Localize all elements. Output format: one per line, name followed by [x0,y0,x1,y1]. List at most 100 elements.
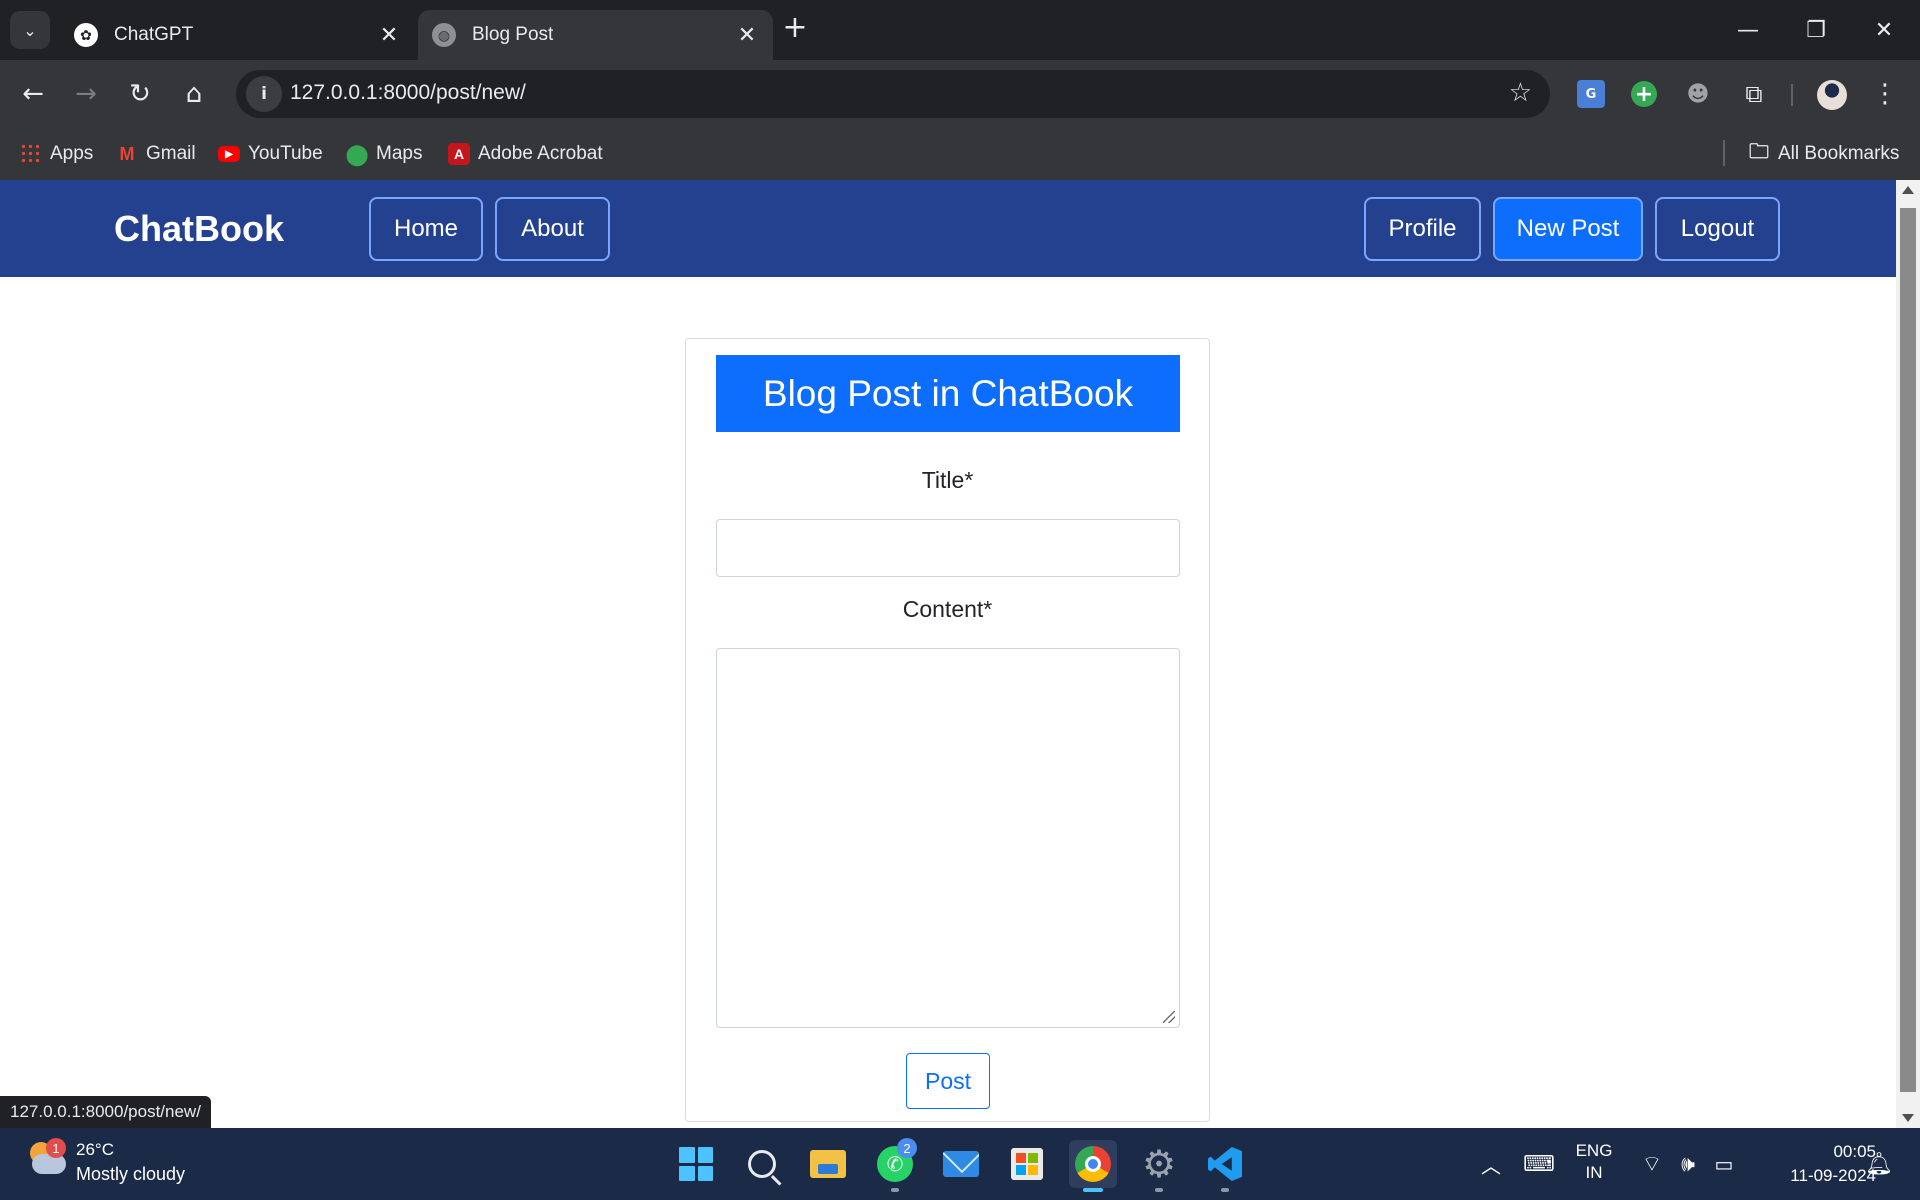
add-extension-icon[interactable]: + [1631,81,1657,107]
nav-profile[interactable]: Profile [1364,197,1481,261]
bookmark-apps[interactable]: Apps [20,138,93,170]
app-navbar: ChatBook Home About Profile New Post Log… [0,180,1896,277]
close-window-icon[interactable]: ✕ [1864,10,1904,50]
taskbar-search-button[interactable] [738,1140,786,1188]
tab-title: ChatGPT [114,24,194,45]
content-textarea[interactable] [716,648,1180,1028]
show-hidden-icons-chevron-icon[interactable]: ︿ [1476,1140,1506,1188]
file-explorer-button[interactable] [804,1140,852,1188]
bookmark-adobe-acrobat[interactable]: A Adobe Acrobat [448,138,603,170]
browser-tab-strip: ⌄ ✿ ChatGPT ✕ ◍ Blog Post ✕ + — ❐ ✕ [0,0,1920,60]
clock-time: 00:05 [1833,1142,1876,1161]
bookmarks-divider [1723,140,1725,166]
chrome-button[interactable] [1069,1140,1117,1188]
whatsapp-badge: 2 [897,1138,917,1158]
notification-bell-icon[interactable]: 🔔︎ [1864,1140,1894,1188]
all-bookmarks-label: All Bookmarks [1778,143,1900,164]
new-tab-button[interactable]: + [780,13,810,44]
tab-chatgpt[interactable]: ✿ ChatGPT ✕ [60,10,415,60]
chevron-down-icon: ⌄ [23,20,37,40]
title-label: Title* [921,467,974,493]
extension-ghost-icon[interactable]: ☻ [1682,78,1714,110]
scroll-thumb[interactable] [1900,208,1916,1092]
bookmark-label: Adobe Acrobat [478,143,603,164]
running-indicator [1221,1188,1229,1192]
page-scrollbar[interactable] [1896,180,1920,1128]
page-viewport: ChatBook Home About Profile New Post Log… [0,180,1896,1128]
weather-description[interactable]: Mostly cloudy [76,1164,185,1185]
close-icon[interactable]: ✕ [735,22,759,47]
active-indicator [1083,1188,1103,1192]
weather-temperature[interactable]: 26°C [76,1140,114,1160]
battery-icon[interactable]: ▭ [1708,1140,1740,1188]
globe-icon: ◍ [432,23,456,47]
gmail-icon: M [119,143,135,164]
language-code: ENG [1575,1141,1613,1160]
scroll-up-arrow-icon[interactable] [1902,186,1914,194]
clock-date: 11-09-2024 [1790,1166,1876,1185]
vscode-icon [1208,1147,1242,1181]
whatsapp-icon: ✆ 2 [877,1138,917,1182]
nav-home[interactable]: Home [369,197,483,261]
clock[interactable]: 00:05 11-09-2024 [1760,1140,1876,1188]
scroll-down-arrow-icon[interactable] [1902,1114,1914,1122]
nav-about[interactable]: About [495,197,610,261]
gear-icon: ⚙ [1141,1142,1177,1186]
bookmark-label: YouTube [248,143,323,164]
language-indicator[interactable]: ENG IN [1570,1140,1618,1184]
form-header: Blog Post in ChatBook [716,355,1180,432]
vscode-button[interactable] [1201,1140,1249,1188]
mail-icon [943,1151,979,1177]
address-url[interactable]: 127.0.0.1:8000/post/new/ [290,81,526,105]
more-menu-icon[interactable]: ⋮ [1872,76,1898,112]
back-arrow-icon[interactable]: ← [13,74,53,114]
close-icon[interactable]: ✕ [377,22,401,47]
extensions-puzzle-icon[interactable]: ⧉ [1738,78,1770,110]
region-code: IN [1585,1163,1603,1182]
google-translate-icon[interactable]: G [1577,80,1605,108]
settings-button[interactable]: ⚙ [1135,1140,1183,1188]
chatgpt-logo-icon: ✿ [74,23,98,47]
keyboard-icon[interactable]: ⌨ [1522,1140,1556,1188]
weather-cloudy-icon[interactable]: 1 [26,1138,68,1180]
whatsapp-button[interactable]: ✆ 2 [871,1138,919,1188]
minimize-icon[interactable]: — [1728,10,1768,50]
home-icon[interactable]: ⌂ [174,74,214,114]
brand-logo[interactable]: ChatBook [114,208,284,250]
mail-button[interactable] [937,1140,985,1188]
youtube-icon: ▶ [218,146,240,162]
link-status-bubble: 127.0.0.1:8000/post/new/ [0,1096,211,1128]
bookmark-star-icon[interactable]: ☆ [1509,78,1532,108]
site-info-icon[interactable]: i [246,76,282,112]
bookmark-label: Apps [50,143,94,164]
start-button[interactable] [672,1140,720,1188]
volume-icon[interactable]: 🕪 [1672,1140,1704,1188]
browser-toolbar: ← → ↻ ⌂ i 127.0.0.1:8000/post/new/ ☆ G +… [0,60,1920,128]
post-button[interactable]: Post [906,1053,990,1109]
running-indicator [1155,1188,1163,1192]
profile-avatar[interactable] [1817,80,1847,110]
forward-arrow-icon[interactable]: → [66,74,106,114]
title-input[interactable] [716,519,1180,577]
tab-blog-post[interactable]: ◍ Blog Post ✕ [418,10,773,60]
bookmark-maps[interactable]: ⬤ Maps [346,138,423,170]
wifi-icon[interactable]: ⌔ [1636,1140,1668,1188]
tab-search-button[interactable]: ⌄ [10,11,50,49]
bookmark-youtube[interactable]: ▶ YouTube [218,138,323,170]
nav-new-post[interactable]: New Post [1493,197,1643,261]
microsoft-store-icon [1011,1148,1043,1180]
microsoft-store-button[interactable] [1003,1140,1051,1188]
all-bookmarks-button[interactable]: 🗀 All Bookmarks [1748,138,1899,170]
restore-icon[interactable]: ❐ [1796,10,1836,50]
apps-grid-icon [20,143,42,165]
reload-icon[interactable]: ↻ [120,74,160,114]
running-indicator [891,1188,899,1192]
file-explorer-icon [810,1150,846,1178]
tab-title: Blog Post [472,24,554,45]
resize-handle-icon[interactable] [1163,1011,1175,1023]
address-bar[interactable]: i 127.0.0.1:8000/post/new/ ☆ [236,70,1550,118]
search-icon [748,1150,776,1178]
nav-logout[interactable]: Logout [1655,197,1780,261]
bookmark-gmail[interactable]: M Gmail [116,138,196,170]
chrome-icon [1075,1146,1111,1182]
